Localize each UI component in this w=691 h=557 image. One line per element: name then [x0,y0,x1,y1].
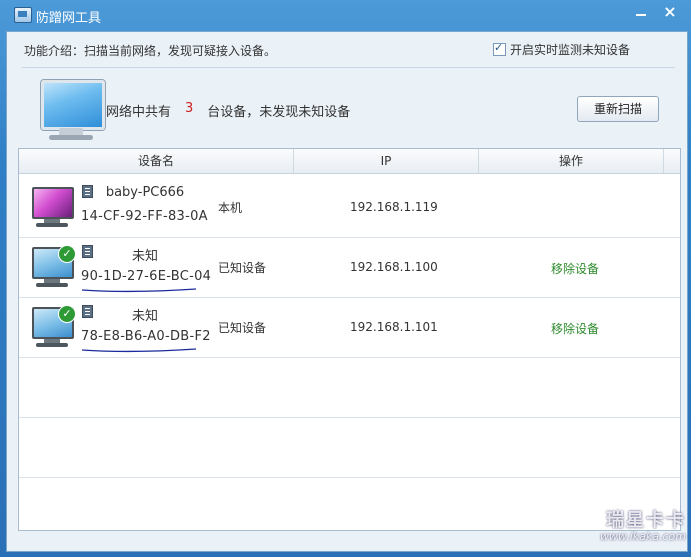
empty-row [19,357,680,418]
monitor-icon: ✓ [30,305,76,349]
close-button[interactable]: × [656,2,684,24]
monitor-icon [33,78,105,142]
column-device-name[interactable]: 设备名 [19,149,294,173]
app-icon [14,7,32,23]
device-status: 已知设备 [218,321,267,335]
title-bar[interactable]: 防蹭网工具 × [0,0,691,30]
table-row[interactable]: ✓ 未知 90-1D-27-6E-BC-04 已知设备 192.168.1.10… [19,237,680,298]
host-name: 未知 [131,309,158,324]
realtime-monitor-checkbox[interactable] [493,41,506,56]
mac-address: 90-1D-27-6E-BC-04 [81,269,212,284]
checkmark-badge-icon: ✓ [58,305,76,323]
device-count: 3 [185,101,194,116]
remove-device-link[interactable]: 移除设备 [551,260,599,277]
device-table: 设备名 IP 操作 baby-PC666 14-CF-92-FF-83-0A 本… [18,148,681,531]
mac-address: 78-E8-B6-A0-DB-F2 [81,329,211,344]
minimize-icon [636,14,646,16]
app-window: 防蹭网工具 × 功能介绍：扫描当前网络，发现可疑接入设备。 开启实时监测未知设备… [0,0,691,557]
table-header: 设备名 IP 操作 [19,149,680,174]
table-row[interactable]: baby-PC666 14-CF-92-FF-83-0A 本机 192.168.… [19,177,680,238]
mac-address: 14-CF-92-FF-83-0A [81,209,208,224]
watermark-url: www.ikaka.com [599,530,686,543]
host-name: 未知 [131,249,158,264]
checkmark-badge-icon: ✓ [58,245,76,263]
mac-monitor-icon [30,187,76,229]
handwritten-underline [81,288,197,293]
realtime-monitor-label: 开启实时监测未知设备 [510,43,631,57]
divider [22,67,675,68]
monitor-icon: ✓ [30,245,76,289]
device-status: 本机 [218,201,243,215]
window-title: 防蹭网工具 [36,11,102,26]
table-row[interactable]: ✓ 未知 78-E8-B6-A0-DB-F2 已知设备 192.168.1.10… [19,297,680,358]
device-ip: 192.168.1.100 [350,260,438,274]
handwritten-underline [81,348,197,353]
host-name: baby-PC666 [105,185,185,200]
remove-device-link[interactable]: 移除设备 [551,320,599,337]
summary-suffix: 台设备，未发现未知设备 [207,105,351,120]
watermark-logo: 瑞星卡卡 www.ikaka.com [558,506,686,546]
feature-intro: 功能介绍：扫描当前网络，发现可疑接入设备。 [24,44,277,58]
realtime-monitor-toggle[interactable]: 开启实时监测未知设备 [493,41,630,58]
empty-row [19,417,680,478]
column-action[interactable]: 操作 [479,149,664,173]
device-ip: 192.168.1.119 [350,200,438,214]
device-status: 已知设备 [218,261,267,275]
summary-prefix: 网络中共有 [106,105,172,120]
column-ip[interactable]: IP [294,149,479,173]
device-ip: 192.168.1.101 [350,320,438,334]
main-panel: 功能介绍：扫描当前网络，发现可疑接入设备。 开启实时监测未知设备 网络中共有 3… [6,31,688,552]
device-summary: 网络中共有 3 台设备，未发现未知设备 [106,101,350,120]
minimize-button[interactable] [627,2,655,24]
watermark-main: 瑞星卡卡 [606,510,686,531]
rescan-button[interactable]: 重新扫描 [577,96,659,122]
